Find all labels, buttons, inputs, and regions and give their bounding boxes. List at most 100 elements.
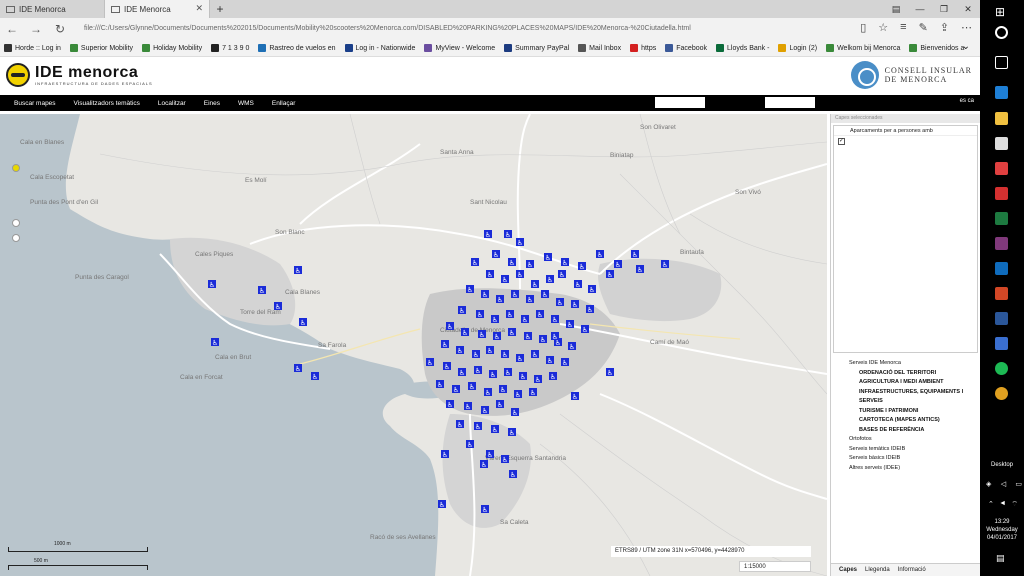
disabled-parking-marker[interactable]: ♿ [511, 408, 519, 417]
disabled-parking-marker[interactable]: ♿ [211, 338, 219, 347]
disabled-parking-marker[interactable]: ♿ [511, 290, 519, 299]
tree-node[interactable]: Serveis bàsics IDEIB [849, 454, 980, 464]
volume-icon[interactable]: ◁ [1001, 480, 1006, 488]
close-tab-icon[interactable]: ✕ [195, 3, 203, 14]
zoom-out-icon[interactable] [12, 234, 20, 242]
disabled-parking-marker[interactable]: ♿ [546, 275, 554, 284]
disabled-parking-marker[interactable]: ♿ [493, 332, 501, 341]
ide-logo[interactable]: IDE menorca INFRAESTRUCTURA DE DADES ESP… [6, 63, 153, 87]
address-bar[interactable]: file:///C:/Users/Glynne/Documents/Docume… [80, 21, 840, 37]
refresh-icon[interactable]: ↻ [48, 22, 72, 36]
disabled-parking-marker[interactable]: ♿ [426, 358, 434, 367]
disabled-parking-marker[interactable]: ♿ [481, 290, 489, 299]
disabled-parking-marker[interactable]: ♿ [561, 358, 569, 367]
favorite-item[interactable]: https [630, 44, 656, 52]
tree-root[interactable]: Serveis IDE Menorca [849, 359, 980, 369]
disabled-parking-marker[interactable]: ♿ [446, 400, 454, 409]
disabled-parking-marker[interactable]: ♿ [571, 300, 579, 309]
disabled-parking-marker[interactable]: ♿ [481, 505, 489, 514]
hub-icon[interactable]: ≡ [900, 21, 906, 34]
speaker-icon[interactable]: ◄ [999, 500, 1006, 509]
disabled-parking-marker[interactable]: ♿ [486, 346, 494, 355]
app-icon-3[interactable] [995, 337, 1008, 350]
disabled-parking-marker[interactable]: ♿ [474, 422, 482, 431]
favorite-item[interactable]: 7 1 3 9 0 [211, 44, 249, 52]
map-locate-icon[interactable] [12, 164, 20, 172]
disabled-parking-marker[interactable]: ♿ [436, 380, 444, 389]
disabled-parking-marker[interactable]: ♿ [519, 372, 527, 381]
disabled-parking-marker[interactable]: ♿ [441, 450, 449, 459]
favorite-item[interactable]: Bienvenidos a [909, 44, 964, 52]
chevron-up-icon[interactable]: ⌃ [988, 500, 994, 509]
council-logo[interactable]: CONSELL INSULAR DE MENORCA [850, 61, 972, 89]
disabled-parking-marker[interactable]: ♿ [614, 260, 622, 269]
disabled-parking-marker[interactable]: ♿ [541, 290, 549, 299]
disabled-parking-marker[interactable]: ♿ [566, 320, 574, 329]
menu-item[interactable]: Enllaçar [272, 100, 295, 107]
new-tab-button[interactable]: + [210, 0, 230, 18]
disabled-parking-marker[interactable]: ♿ [596, 250, 604, 259]
disabled-parking-marker[interactable]: ♿ [464, 402, 472, 411]
panel-tab[interactable]: Capes [839, 567, 857, 573]
excel-icon[interactable] [995, 212, 1008, 225]
disabled-parking-marker[interactable]: ♿ [561, 258, 569, 267]
disabled-parking-marker[interactable]: ♿ [484, 230, 492, 239]
panel-tab[interactable]: Informació [898, 567, 926, 573]
disabled-parking-marker[interactable]: ♿ [501, 275, 509, 284]
disabled-parking-marker[interactable]: ♿ [478, 330, 486, 339]
store-icon[interactable] [995, 137, 1008, 150]
disabled-parking-marker[interactable]: ♿ [509, 470, 517, 479]
word-icon[interactable] [995, 312, 1008, 325]
disabled-parking-marker[interactable]: ♿ [456, 420, 464, 429]
disabled-parking-marker[interactable]: ♿ [438, 500, 446, 509]
disabled-parking-marker[interactable]: ♿ [636, 265, 644, 274]
disabled-parking-marker[interactable]: ♿ [521, 315, 529, 324]
tree-node[interactable]: Altres serveis (IDEE) [849, 464, 980, 474]
disabled-parking-marker[interactable]: ♿ [539, 335, 547, 344]
menu-item[interactable]: WMS [238, 100, 254, 107]
search-input-2[interactable] [765, 97, 815, 108]
task-view-icon[interactable] [995, 56, 1008, 69]
disabled-parking-marker[interactable]: ♿ [504, 230, 512, 239]
disabled-parking-marker[interactable]: ♿ [486, 450, 494, 459]
disabled-parking-marker[interactable]: ♿ [549, 372, 557, 381]
tree-node[interactable]: ORDENACIÓ DEL TERRITORI [849, 369, 980, 379]
disabled-parking-marker[interactable]: ♿ [446, 322, 454, 331]
disabled-parking-marker[interactable]: ♿ [474, 366, 482, 375]
disabled-parking-marker[interactable]: ♿ [496, 295, 504, 304]
cortana-icon[interactable] [995, 26, 1008, 39]
disabled-parking-marker[interactable]: ♿ [468, 382, 476, 391]
disabled-parking-marker[interactable]: ♿ [501, 455, 509, 464]
disabled-parking-marker[interactable]: ♿ [574, 280, 582, 289]
disabled-parking-marker[interactable]: ♿ [529, 388, 537, 397]
disabled-parking-marker[interactable]: ♿ [458, 368, 466, 377]
panel-tab[interactable]: Llegenda [865, 567, 890, 573]
disabled-parking-marker[interactable]: ♿ [526, 260, 534, 269]
disabled-parking-marker[interactable]: ♿ [516, 354, 524, 363]
disabled-parking-marker[interactable]: ♿ [456, 346, 464, 355]
disabled-parking-marker[interactable]: ♿ [258, 286, 266, 295]
menu-item[interactable]: Localitzar [158, 100, 186, 107]
layer-visibility-checkbox[interactable]: ✓ [838, 138, 845, 145]
favorite-item[interactable]: Welkom bij Menorca [826, 44, 900, 52]
app-icon-2[interactable] [995, 187, 1008, 200]
disabled-parking-marker[interactable]: ♿ [466, 285, 474, 294]
battery-icon[interactable]: ▭ [1015, 480, 1022, 488]
favorite-item[interactable]: Rastreo de vuelos en [258, 44, 336, 52]
disabled-parking-marker[interactable]: ♿ [508, 328, 516, 337]
scale-select[interactable]: 1:15000 [739, 561, 811, 572]
disabled-parking-marker[interactable]: ♿ [516, 270, 524, 279]
disabled-parking-marker[interactable]: ♿ [496, 400, 504, 409]
tree-node[interactable]: TURISME I PATRIMONI [849, 407, 980, 417]
disabled-parking-marker[interactable]: ♿ [466, 440, 474, 449]
reading-view-icon[interactable]: ▯ [860, 21, 866, 34]
windows-start-icon[interactable]: ⊞ [995, 6, 1008, 19]
app-icon-1[interactable] [995, 162, 1008, 175]
clock[interactable]: 13:29 Wednesday 04/01/2017 [980, 518, 1024, 542]
disabled-parking-marker[interactable]: ♿ [489, 370, 497, 379]
map-canvas[interactable]: Cala en Blanes Cala Escopetat Punta des Po… [0, 114, 827, 576]
disabled-parking-marker[interactable]: ♿ [311, 372, 319, 381]
disabled-parking-marker[interactable]: ♿ [531, 350, 539, 359]
favorite-item[interactable]: Facebook [665, 44, 707, 52]
disabled-parking-marker[interactable]: ♿ [491, 425, 499, 434]
